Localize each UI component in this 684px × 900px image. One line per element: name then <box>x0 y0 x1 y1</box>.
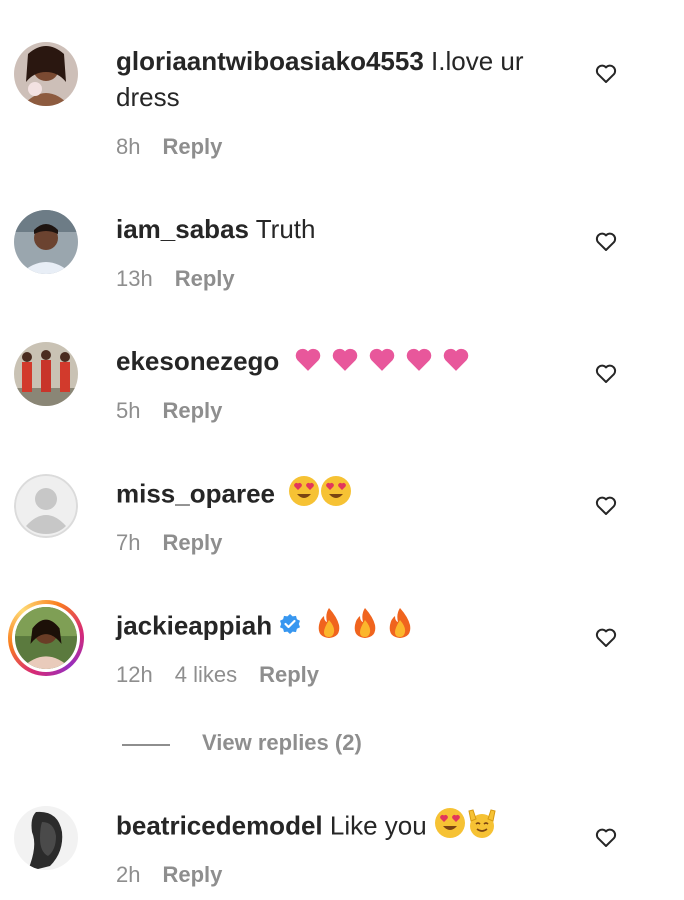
emoji-group <box>288 476 352 508</box>
avatar[interactable] <box>14 210 78 274</box>
avatar[interactable] <box>14 42 78 106</box>
fire-icon <box>386 607 414 648</box>
comment-username[interactable]: jackieappiah <box>116 610 272 640</box>
comment-username[interactable]: iam_sabas <box>116 214 249 244</box>
comment-likes[interactable]: 4 likes <box>175 662 237 687</box>
view-replies-label[interactable]: View replies (2) <box>202 730 362 756</box>
comment-username[interactable]: ekesonezego <box>116 346 279 376</box>
comment-body: Truth <box>255 214 316 244</box>
comment-text: miss_oparee <box>116 475 556 516</box>
raising-hands-icon <box>466 807 498 848</box>
reply-button[interactable]: Reply <box>162 398 222 423</box>
view-replies-divider <box>122 744 170 746</box>
comment-time: 12h <box>116 662 153 687</box>
emoji-group <box>427 808 498 840</box>
reply-button[interactable]: Reply <box>162 530 222 555</box>
avatar[interactable] <box>14 474 78 538</box>
comment-body: Like you <box>329 810 427 841</box>
comment-meta: 13h Reply <box>116 266 257 292</box>
comment-meta: 8h Reply <box>116 134 244 160</box>
avatar <box>12 604 80 672</box>
comment-text: beatricedemodel Like you <box>116 807 556 848</box>
comment-time: 8h <box>116 134 141 159</box>
comment-meta: 5h Reply <box>116 398 244 424</box>
reply-button[interactable]: Reply <box>175 266 235 291</box>
like-heart-icon[interactable] <box>594 61 618 85</box>
avatar[interactable] <box>14 342 78 406</box>
comment-time: 7h <box>116 530 141 555</box>
heart-eyes-face-icon <box>434 807 466 848</box>
emoji-group <box>315 608 413 640</box>
like-heart-icon[interactable] <box>594 625 618 649</box>
comment-time: 13h <box>116 266 153 291</box>
comment-text: iam_sabas Truth <box>116 211 556 247</box>
comment-text: ekesonezego <box>116 343 556 381</box>
fire-icon <box>315 607 343 648</box>
comment-text: gloriaantwiboasiako4553 I.love ur dress <box>116 43 556 115</box>
avatar[interactable] <box>14 806 78 870</box>
comment-meta: 12h 4 likes Reply <box>116 662 341 688</box>
pink-heart-icon <box>404 345 434 381</box>
comment-text: jackieappiah <box>116 607 556 648</box>
comment-meta: 7h Reply <box>116 530 244 556</box>
verified-badge-icon <box>278 610 302 646</box>
heart-eyes-face-icon <box>320 475 352 516</box>
reply-button[interactable]: Reply <box>162 862 222 887</box>
comment-username[interactable]: beatricedemodel <box>116 810 323 840</box>
like-heart-icon[interactable] <box>594 229 618 253</box>
fire-icon <box>351 607 379 648</box>
reply-button[interactable]: Reply <box>259 662 319 687</box>
comment-meta: 2h Reply <box>116 862 244 888</box>
pink-heart-icon <box>367 345 397 381</box>
like-heart-icon[interactable] <box>594 361 618 385</box>
comment-time: 2h <box>116 862 141 887</box>
like-heart-icon[interactable] <box>594 493 618 517</box>
heart-eyes-face-icon <box>288 475 320 516</box>
pink-heart-icon <box>441 345 471 381</box>
comment-time: 5h <box>116 398 141 423</box>
comment-username[interactable]: miss_oparee <box>116 478 275 508</box>
story-ring-avatar[interactable] <box>8 600 84 676</box>
pink-heart-icon <box>330 345 360 381</box>
emoji-group <box>293 346 472 376</box>
comment-username[interactable]: gloriaantwiboasiako4553 <box>116 46 424 76</box>
like-heart-icon[interactable] <box>594 825 618 849</box>
pink-heart-icon <box>293 345 323 381</box>
reply-button[interactable]: Reply <box>162 134 222 159</box>
